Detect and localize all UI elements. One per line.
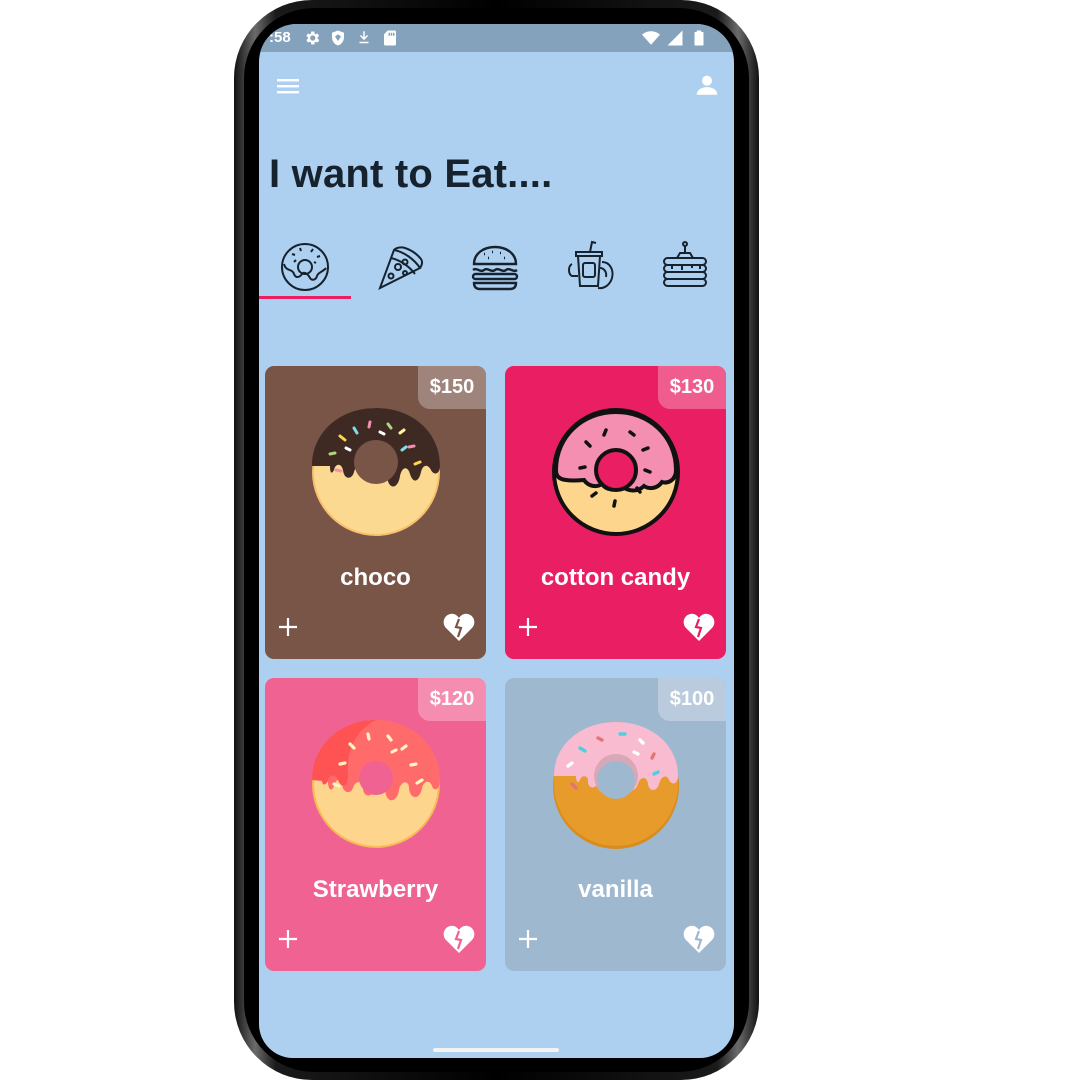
tab-pancake[interactable] <box>639 236 731 298</box>
product-name: vanilla <box>578 876 653 903</box>
strawberry-donut-icon <box>312 720 440 848</box>
tab-smoothie[interactable] <box>545 236 637 298</box>
signal-icon <box>667 30 683 46</box>
plus-icon[interactable] <box>517 928 539 950</box>
pink-donut-icon <box>552 408 680 536</box>
wifi-icon <box>642 31 660 45</box>
smoothie-icon <box>568 240 614 290</box>
person-icon[interactable] <box>694 72 720 98</box>
plus-icon[interactable] <box>517 616 539 638</box>
shield-icon <box>332 30 344 46</box>
broken-heart-icon[interactable] <box>683 924 715 954</box>
product-card-choco[interactable]: $150 choco <box>265 366 486 659</box>
device-mockup: :58 I want to Eat.... $150 choco $130 co… <box>0 0 1080 1080</box>
sd-card-icon <box>384 30 396 46</box>
vanilla-donut-icon <box>553 722 679 849</box>
status-icons-left <box>303 29 399 47</box>
tab-burger[interactable] <box>449 236 541 298</box>
status-bar: :58 <box>259 24 734 52</box>
settings-icon <box>306 31 320 45</box>
battery-icon <box>694 30 704 46</box>
price-badge: $120 <box>418 678 486 721</box>
price-badge: $150 <box>418 366 486 409</box>
burger-icon <box>471 245 519 291</box>
broken-heart-icon[interactable] <box>443 924 475 954</box>
price-badge: $100 <box>658 678 726 721</box>
pancake-icon <box>663 241 707 287</box>
status-icons-right <box>642 29 708 47</box>
page-title: I want to Eat.... <box>269 152 553 196</box>
product-name: Strawberry <box>312 876 439 903</box>
pizza-icon <box>378 246 424 291</box>
product-card-strawberry[interactable]: $120 Strawberry <box>265 678 486 971</box>
status-time: :58 <box>269 29 291 46</box>
hamburger-menu-icon[interactable] <box>276 74 302 100</box>
selected-tab-indicator <box>259 296 351 299</box>
product-name: choco <box>340 564 411 591</box>
product-card-cotton-candy[interactable]: $130 cotton candy <box>505 366 726 659</box>
tab-donut[interactable] <box>259 236 351 298</box>
plus-icon[interactable] <box>277 928 299 950</box>
app-screen: :58 I want to Eat.... $150 choco $130 co… <box>259 24 734 1058</box>
price-badge: $130 <box>658 366 726 409</box>
product-card-vanilla[interactable]: $100 vanilla <box>505 678 726 971</box>
broken-heart-icon[interactable] <box>683 612 715 642</box>
chocolate-donut-icon <box>312 408 440 536</box>
broken-heart-icon[interactable] <box>443 612 475 642</box>
home-indicator[interactable] <box>433 1048 559 1052</box>
download-icon <box>359 31 369 44</box>
plus-icon[interactable] <box>277 616 299 638</box>
tab-pizza[interactable] <box>355 236 447 298</box>
product-name: cotton candy <box>540 564 691 591</box>
category-tabs <box>259 234 734 300</box>
donut-icon <box>281 243 329 291</box>
